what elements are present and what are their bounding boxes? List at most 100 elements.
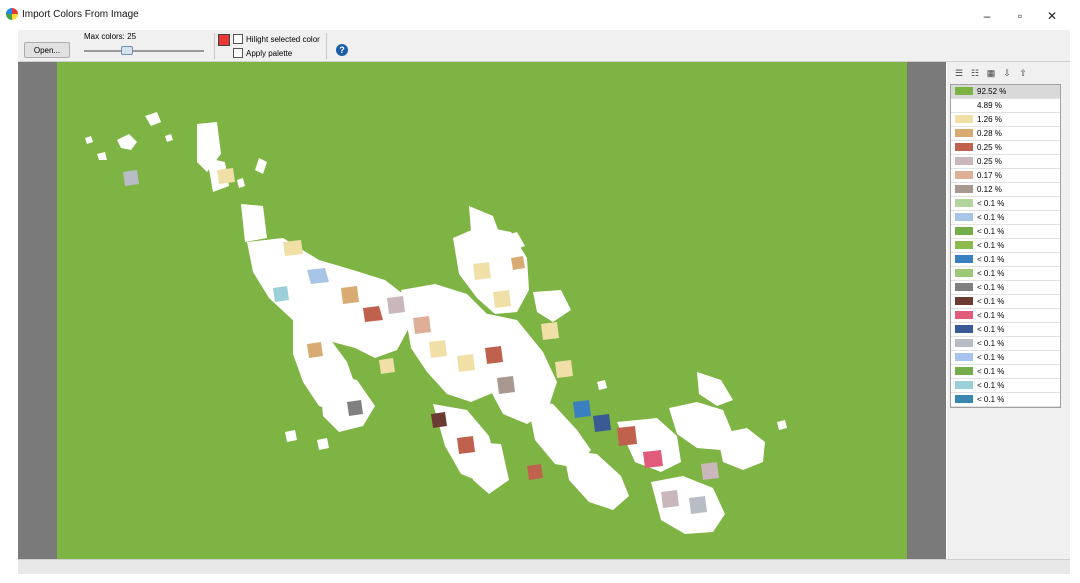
color-list-item[interactable]: < 0.1 % <box>951 267 1060 281</box>
color-percentage: 0.12 % <box>977 185 1002 194</box>
map-image <box>57 62 907 559</box>
color-swatch <box>955 171 973 179</box>
sort-list-icon[interactable]: ☰ <box>953 67 965 79</box>
color-list-item[interactable]: 0.28 % <box>951 127 1060 141</box>
color-list-item[interactable]: 4.89 % <box>951 99 1060 113</box>
color-swatch <box>955 395 973 403</box>
help-icon[interactable]: ? <box>336 44 348 56</box>
color-percentage: < 0.1 % <box>977 311 1005 320</box>
color-list-item[interactable]: < 0.1 % <box>951 323 1060 337</box>
color-swatch <box>955 283 973 291</box>
color-list-item[interactable]: < 0.1 % <box>951 365 1060 379</box>
color-list: 92.52 % 4.89 % 1.26 % 0.28 % 0.25 % 0.25 % 0.1… <box>950 84 1061 408</box>
color-swatch <box>955 129 973 137</box>
color-list-item[interactable]: < 0.1 % <box>951 351 1060 365</box>
restore-button[interactable]: ▫ <box>1005 7 1035 25</box>
color-swatch <box>955 115 973 123</box>
color-list-item[interactable]: < 0.1 % <box>951 309 1060 323</box>
color-swatch <box>955 353 973 361</box>
hilight-selected-color-checkbox[interactable]: Hilight selected color <box>233 33 320 45</box>
color-list-item[interactable]: 1.26 % <box>951 113 1060 127</box>
color-list-item[interactable]: < 0.1 % <box>951 337 1060 351</box>
color-percentage: 1.26 % <box>977 115 1002 124</box>
color-list-item[interactable]: < 0.1 % <box>951 281 1060 295</box>
color-percentage: 0.25 % <box>977 143 1002 152</box>
color-percentage: 92.52 % <box>977 87 1007 96</box>
color-percentage: < 0.1 % <box>977 199 1005 208</box>
sort-by-hue-icon[interactable]: ☷ <box>969 67 981 79</box>
toolbar-separator <box>214 33 215 59</box>
color-swatch <box>955 241 973 249</box>
title-bar: Import Colors From Image – ▫ ✕ <box>0 0 1080 30</box>
close-button[interactable]: ✕ <box>1037 7 1067 25</box>
status-strip <box>18 559 1070 574</box>
color-percentage: < 0.1 % <box>977 367 1005 376</box>
color-list-item[interactable]: < 0.1 % <box>951 211 1060 225</box>
color-list-item[interactable]: 0.12 % <box>951 183 1060 197</box>
color-list-item[interactable]: < 0.1 % <box>951 379 1060 393</box>
color-swatch <box>955 381 973 389</box>
color-list-item[interactable]: < 0.1 % <box>951 239 1060 253</box>
color-list-item[interactable]: 92.52 % <box>951 85 1060 99</box>
color-list-item[interactable]: < 0.1 % <box>951 393 1060 407</box>
color-swatch <box>955 311 973 319</box>
color-list-item[interactable]: 0.25 % <box>951 155 1060 169</box>
color-list-item[interactable]: < 0.1 % <box>951 225 1060 239</box>
color-swatch <box>955 87 973 95</box>
slider-track <box>84 50 204 52</box>
hilight-checkbox-label: Hilight selected color <box>246 34 320 44</box>
color-percentage: < 0.1 % <box>977 297 1005 306</box>
color-percentage: 0.28 % <box>977 129 1002 138</box>
open-button[interactable]: Open... <box>24 42 70 58</box>
minimize-button[interactable]: – <box>972 7 1002 25</box>
color-percentage: < 0.1 % <box>977 353 1005 362</box>
image-canvas[interactable] <box>18 62 946 559</box>
app-color-wheel-icon <box>6 8 18 20</box>
color-percentage: < 0.1 % <box>977 325 1005 334</box>
color-percentage: < 0.1 % <box>977 269 1005 278</box>
apply-palette-checkbox-box[interactable] <box>233 48 243 58</box>
toolbar-separator <box>326 33 327 59</box>
color-percentage: 0.17 % <box>977 171 1002 180</box>
color-swatch <box>955 185 973 193</box>
import-palette-icon[interactable]: ⇧ <box>1017 67 1029 79</box>
color-list-item[interactable]: 0.25 % <box>951 141 1060 155</box>
max-colors-slider[interactable] <box>84 46 204 56</box>
color-grid-icon[interactable]: ▦ <box>985 67 997 79</box>
color-list-item[interactable]: < 0.1 % <box>951 295 1060 309</box>
highlight-color-swatch-icon[interactable] <box>218 34 230 46</box>
hilight-checkbox-box[interactable] <box>233 34 243 44</box>
color-percentage: < 0.1 % <box>977 381 1005 390</box>
color-percentage: < 0.1 % <box>977 283 1005 292</box>
color-swatch <box>955 199 973 207</box>
color-percentage: < 0.1 % <box>977 339 1005 348</box>
max-colors-label: Max colors: 25 <box>84 32 137 41</box>
slider-thumb[interactable] <box>121 46 133 55</box>
color-swatch <box>955 143 973 151</box>
toolbar: Open... Max colors: 25 Hilight selected … <box>18 30 1070 62</box>
color-percentage: 0.25 % <box>977 157 1002 166</box>
apply-palette-checkbox[interactable]: Apply palette <box>233 47 292 59</box>
color-percentage: < 0.1 % <box>977 255 1005 264</box>
color-list-item[interactable]: < 0.1 % <box>951 197 1060 211</box>
color-swatch <box>955 255 973 263</box>
color-list-item[interactable]: 0.17 % <box>951 169 1060 183</box>
color-swatch <box>955 367 973 375</box>
window-title: Import Colors From Image <box>22 9 139 20</box>
color-percentage: 4.89 % <box>977 101 1002 110</box>
color-swatch <box>955 297 973 305</box>
color-swatch <box>955 213 973 221</box>
color-swatch <box>955 101 973 109</box>
apply-palette-label: Apply palette <box>246 48 293 58</box>
color-list-item[interactable]: < 0.1 % <box>951 253 1060 267</box>
color-swatch <box>955 227 973 235</box>
color-swatch <box>955 157 973 165</box>
color-percentage: < 0.1 % <box>977 227 1005 236</box>
panel-toolbar: ☰ ☷ ▦ ⇩ ⇧ <box>953 67 1029 81</box>
color-swatch <box>955 325 973 333</box>
color-list-panel: ☰ ☷ ▦ ⇩ ⇧ 92.52 % 4.89 % 1.26 % 0.28 % 0.25 % 0.2… <box>947 62 1070 559</box>
color-swatch <box>955 339 973 347</box>
color-swatch <box>955 269 973 277</box>
color-percentage: < 0.1 % <box>977 395 1005 404</box>
export-palette-icon[interactable]: ⇩ <box>1001 67 1013 79</box>
